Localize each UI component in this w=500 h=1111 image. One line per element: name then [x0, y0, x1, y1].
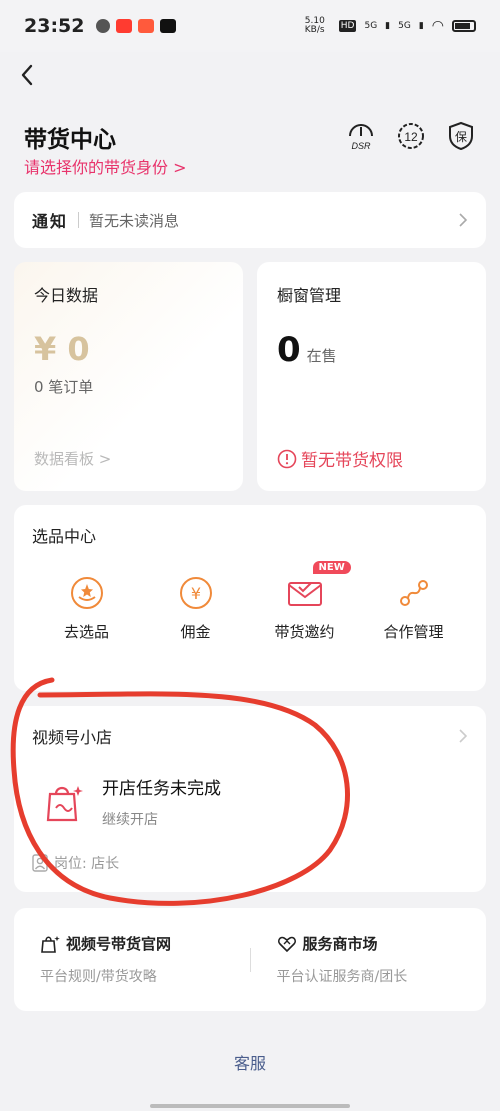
gift-icon	[69, 575, 105, 611]
battery-icon	[452, 20, 476, 32]
wechat-icon	[96, 19, 111, 33]
service-market-title-row: 服务商市场	[277, 933, 487, 954]
cooperation-label: 合作管理	[383, 623, 444, 641]
hd-badge: HD	[338, 20, 357, 32]
pick-products-label: 去选品	[63, 623, 109, 641]
notification-icons	[96, 19, 177, 33]
wifi-icon: ◠	[431, 18, 444, 34]
svg-text:¥: ¥	[190, 584, 200, 603]
pick-products-button[interactable]: 去选品	[37, 575, 137, 642]
window-title: 橱窗管理	[277, 286, 342, 305]
today-orders: 0 笔订单	[34, 378, 94, 396]
shop-texts: 开店任务未完成 继续开店	[102, 774, 221, 829]
shop-task-status: 开店任务未完成	[102, 779, 221, 799]
notice-text: 暂无未读消息	[89, 211, 180, 230]
chevron-right-icon	[459, 729, 468, 743]
official-site-sub: 平台规则/带货攻略	[40, 969, 157, 985]
notice-label: 通知	[32, 212, 69, 231]
app-icon	[116, 19, 133, 33]
no-permission-notice[interactable]: 暂无带货权限	[277, 446, 403, 471]
on-sale-row: 0 在售	[277, 330, 466, 370]
status-time: 23:52	[24, 15, 85, 37]
status-indicators: 5.10 KB/s HD 5G ▮ 5G ▮ ◠	[305, 17, 476, 35]
tiktok-icon	[160, 19, 177, 33]
continue-shop-link[interactable]: 继续开店	[102, 809, 221, 829]
shop-header: 视频号小店	[32, 724, 468, 748]
service-market-sub: 平台认证服务商/团长	[276, 969, 408, 985]
badge-number: 12	[404, 130, 418, 144]
no-permission-text: 暂无带货权限	[301, 451, 403, 471]
divider	[78, 212, 80, 228]
official-site-link[interactable]: 视频号带货官网 平台规则/带货攻略	[14, 933, 250, 986]
signal-5g-2: 5G	[398, 21, 411, 31]
status-bar: 23:52 5.10 KB/s HD 5G ▮ 5G ▮ ◠	[0, 0, 500, 52]
net-speed: 5.10 KB/s	[304, 16, 325, 35]
speedometer-icon: DSR	[349, 124, 373, 151]
selection-grid: 去选品 ¥ 佣金 NEW 带货邀约 合作管理	[32, 561, 468, 642]
signal-icon: ▮	[418, 21, 424, 31]
selection-center-title: 选品中心	[32, 527, 97, 546]
signal-5g-1: 5G	[364, 21, 378, 31]
dashboard-link[interactable]: 数据看板 >	[34, 448, 111, 469]
today-data-card: 今日数据 ¥ 0 0 笔订单 数据看板 >	[14, 262, 243, 491]
shop-role: 岗位: 店长	[32, 853, 468, 873]
back-arrow-icon	[21, 64, 33, 86]
shield-label: 保	[455, 130, 467, 144]
on-sale-unit: 在售	[306, 347, 337, 365]
alert-icon	[277, 449, 297, 468]
person-icon	[32, 854, 48, 872]
number-badge-icon: 12	[398, 123, 424, 149]
notice-card[interactable]: 通知 暂无未读消息	[14, 192, 486, 248]
page-title: 带货中心	[24, 127, 116, 153]
shop-title: 视频号小店	[32, 728, 113, 747]
app-icon	[138, 19, 155, 33]
shopping-bag-icon	[40, 778, 88, 826]
official-site-title: 视频号带货官网	[66, 935, 172, 953]
commission-label: 佣金	[180, 623, 211, 641]
dsr-button[interactable]: DSR	[346, 120, 376, 152]
customer-service-link[interactable]: 客服	[0, 1050, 500, 1074]
video-shop-card[interactable]: 视频号小店 开店任务未完成 继续开店 岗位: 店长	[14, 706, 486, 892]
select-identity-link[interactable]: 请选择你的带货身份 >	[24, 154, 187, 178]
today-data-title: 今日数据	[34, 286, 99, 305]
service-market-title: 服务商市场	[302, 935, 378, 953]
link-icon	[396, 575, 432, 611]
back-button[interactable]	[12, 60, 42, 90]
home-indicator	[150, 1104, 350, 1108]
shop-role-text: 岗位: 店长	[54, 856, 120, 872]
handshake-icon	[277, 936, 296, 952]
commission-button[interactable]: ¥ 佣金	[146, 575, 246, 642]
selection-center-card: 选品中心 去选品 ¥ 佣金 NEW 带货邀约 合作管理	[14, 505, 486, 691]
shop-body: 开店任务未完成 继续开店	[32, 774, 468, 829]
service-market-link[interactable]: 服务商市场 平台认证服务商/团长	[251, 933, 487, 986]
signal-icon: ▮	[385, 21, 391, 31]
on-sale-count: 0	[277, 330, 301, 370]
shield-icon: 保	[449, 121, 473, 151]
yen-icon: ¥	[178, 575, 214, 611]
today-amount: ¥ 0	[34, 330, 90, 368]
links-card: 视频号带货官网 平台规则/带货攻略 服务商市场 平台认证服务商/团长	[14, 908, 486, 1011]
official-site-title-row: 视频号带货官网	[40, 933, 250, 954]
dsr-label: DSR	[351, 141, 371, 151]
mail-icon	[287, 575, 323, 611]
level-button[interactable]: 12	[396, 120, 426, 152]
invitation-button[interactable]: NEW 带货邀约	[255, 561, 355, 642]
guarantee-button[interactable]: 保	[446, 120, 476, 152]
invitation-label: 带货邀约	[274, 623, 335, 641]
cooperation-button[interactable]: 合作管理	[364, 575, 464, 642]
new-badge: NEW	[312, 561, 351, 574]
chevron-right-icon	[459, 213, 468, 227]
window-management-card[interactable]: 橱窗管理 0 在售 暂无带货权限	[257, 262, 486, 491]
store-icon	[41, 935, 60, 953]
header-actions: DSR 12 保	[346, 120, 476, 152]
